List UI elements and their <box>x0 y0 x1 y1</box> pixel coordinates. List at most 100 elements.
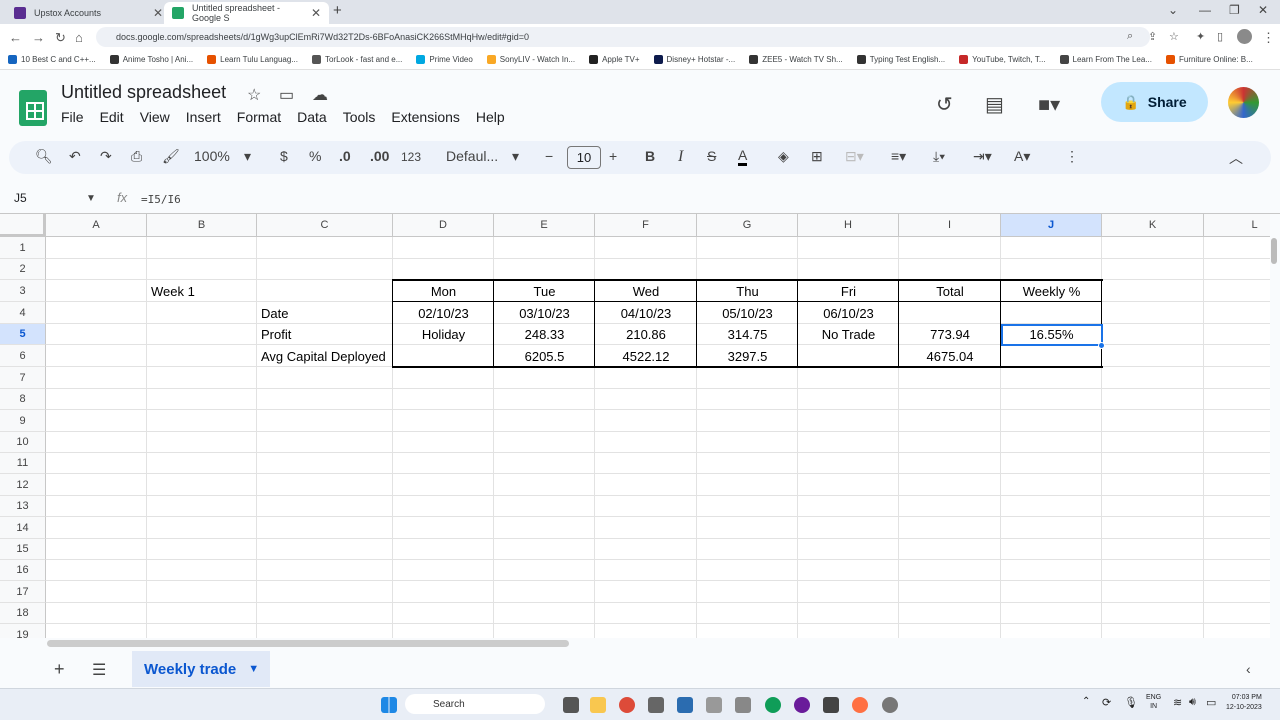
cell-i5[interactable]: 773.94 <box>899 324 1001 345</box>
cell-e4[interactable]: 03/10/23 <box>494 302 595 324</box>
cell-g6[interactable]: 3297.5 <box>697 345 798 367</box>
collapse-sidepanel-icon[interactable]: ‹ <box>1246 661 1251 677</box>
clock[interactable]: 07:03 PM 12-10-2023 <box>1226 693 1262 713</box>
column-header-e[interactable]: E <box>494 214 595 237</box>
column-header-a[interactable]: A <box>46 214 147 237</box>
store-icon[interactable] <box>677 697 693 713</box>
bookmark-item[interactable]: ZEE5 - Watch TV Sh... <box>749 55 843 64</box>
print-icon[interactable]: ⎙ <box>131 148 142 165</box>
cell-f4[interactable]: 04/10/23 <box>595 302 697 324</box>
chevron-down-icon[interactable]: ▾ <box>244 148 251 165</box>
more-options-icon[interactable]: ⋮ <box>1065 148 1079 165</box>
cell-f3[interactable]: Wed <box>595 280 697 302</box>
bookmark-item[interactable]: SonyLIV - Watch In... <box>486 55 575 64</box>
bold-button[interactable]: B <box>645 148 655 164</box>
back-arrow-icon[interactable]: ← <box>9 30 22 45</box>
row-header-5[interactable]: 5 <box>0 324 46 345</box>
font-select[interactable]: Defaul... <box>446 148 498 164</box>
comments-icon[interactable]: ▤ <box>985 92 1004 117</box>
column-header-l[interactable]: L <box>1204 214 1270 237</box>
windows-start-icon[interactable] <box>381 697 397 713</box>
minimize-icon[interactable]: — <box>1199 3 1211 17</box>
close-icon[interactable]: ✕ <box>153 6 163 20</box>
strikethrough-button[interactable]: S <box>707 148 716 164</box>
add-sheet-icon[interactable]: + <box>54 659 65 680</box>
sheets-logo-icon[interactable] <box>19 90 47 126</box>
bookmark-item[interactable]: Disney+ Hotstar -... <box>653 55 735 64</box>
cell-g4[interactable]: 05/10/23 <box>697 302 798 324</box>
row-header-11[interactable]: 11 <box>0 453 46 474</box>
menu-tools[interactable]: Tools <box>343 109 376 125</box>
horizontal-scrollbar[interactable] <box>47 640 569 647</box>
cell-h3[interactable]: Fri <box>798 280 899 302</box>
chevron-up-icon[interactable]: ⌃ <box>1082 696 1090 707</box>
all-sheets-icon[interactable]: ☰ <box>92 660 106 680</box>
cell-d3[interactable]: Mon <box>393 280 494 302</box>
name-box[interactable]: J5 <box>14 191 27 205</box>
menu-data[interactable]: Data <box>297 109 327 125</box>
row-header-19[interactable]: 19 <box>0 624 46 638</box>
row-header-18[interactable]: 18 <box>0 603 46 624</box>
row-header-12[interactable]: 12 <box>0 474 46 496</box>
menu-edit[interactable]: Edit <box>100 109 124 125</box>
star-icon[interactable]: ☆ <box>247 85 261 105</box>
column-header-i[interactable]: I <box>899 214 1001 237</box>
side-panel-icon[interactable]: ▯ <box>1217 30 1223 43</box>
fill-handle[interactable] <box>1098 342 1105 349</box>
cell-c6[interactable]: Avg Capital Deployed <box>257 345 397 367</box>
sheet-tab-weekly-trade[interactable]: Weekly trade ▼ <box>132 651 270 687</box>
collapse-toolbar-icon[interactable]: ︿ <box>1229 148 1243 168</box>
italic-button[interactable]: I <box>678 148 683 166</box>
cell-j3[interactable]: Weekly % <box>1001 280 1102 302</box>
row-header-8[interactable]: 8 <box>0 389 46 410</box>
bookmark-item[interactable]: Typing Test English... <box>856 55 945 64</box>
spreadsheet-grid[interactable]: ABCDEFGHIJKL 1 2 3 4 5 6 7 8 9 10 11 12 13 14 15 16 17 18… <box>0 214 1270 638</box>
row-header-6[interactable]: 6 <box>0 345 46 367</box>
cell-g5[interactable]: 314.75 <box>697 324 798 345</box>
menu-view[interactable]: View <box>140 109 170 125</box>
cell-h4[interactable]: 06/10/23 <box>798 302 899 324</box>
forward-arrow-icon[interactable]: → <box>32 30 45 45</box>
zoom-icon[interactable]: ⌕ <box>1127 30 1133 43</box>
row-header-4[interactable]: 4 <box>0 302 46 324</box>
menu-insert[interactable]: Insert <box>186 109 221 125</box>
menu-dots-icon[interactable]: ⋮ <box>1262 30 1275 46</box>
cell-d4[interactable]: 02/10/23 <box>393 302 494 324</box>
taskbar-search[interactable]: Search <box>405 694 545 714</box>
decrease-font-size-icon[interactable]: − <box>545 148 553 164</box>
profile-icon[interactable] <box>1237 29 1252 44</box>
text-wrapping-icon[interactable]: ⇥▾ <box>973 148 992 165</box>
app-icon[interactable] <box>735 697 751 713</box>
column-header-b[interactable]: B <box>147 214 257 237</box>
cell-e6[interactable]: 6205.5 <box>494 345 595 367</box>
increase-decimal-button[interactable]: .00 <box>370 148 389 164</box>
row-header-1[interactable]: 1 <box>0 237 46 259</box>
column-header-f[interactable]: F <box>595 214 697 237</box>
cell-e3[interactable]: Tue <box>494 280 595 302</box>
bookmark-item[interactable]: YouTube, Twitch, T... <box>959 55 1046 64</box>
restore-icon[interactable]: ❐ <box>1229 3 1240 17</box>
text-rotation-icon[interactable]: A▾ <box>1014 148 1030 165</box>
microphone-icon[interactable]: 🎙︎ <box>1124 696 1138 709</box>
redo-icon[interactable]: ↷ <box>100 148 112 165</box>
fill-color-icon[interactable]: ◈ <box>778 148 789 165</box>
column-header-g[interactable]: G <box>697 214 798 237</box>
home-icon[interactable]: ⌂ <box>75 30 83 45</box>
cell-f6[interactable]: 4522.12 <box>595 345 697 367</box>
bookmark-item[interactable]: 10 Best C and C++... <box>8 55 96 64</box>
bookmark-item[interactable]: Learn Tulu Languag... <box>207 55 298 64</box>
bookmark-item[interactable]: TorLook - fast and e... <box>311 55 402 64</box>
menu-format[interactable]: Format <box>237 109 281 125</box>
reload-icon[interactable]: ↻ <box>55 30 66 46</box>
app-icon[interactable] <box>794 697 810 713</box>
app-icon[interactable] <box>823 697 839 713</box>
row-header-9[interactable]: 9 <box>0 410 46 432</box>
edge-icon[interactable] <box>765 697 781 713</box>
row-header-3[interactable]: 3 <box>0 280 46 302</box>
bookmark-item[interactable]: Apple TV+ <box>589 55 640 64</box>
close-icon[interactable]: ✕ <box>311 6 321 20</box>
chrome-icon[interactable] <box>619 697 635 713</box>
vertical-scrollbar[interactable] <box>1271 238 1277 264</box>
extensions-icon[interactable]: ✦ <box>1196 30 1205 43</box>
formula-input[interactable]: =I5/I6 <box>141 193 181 206</box>
